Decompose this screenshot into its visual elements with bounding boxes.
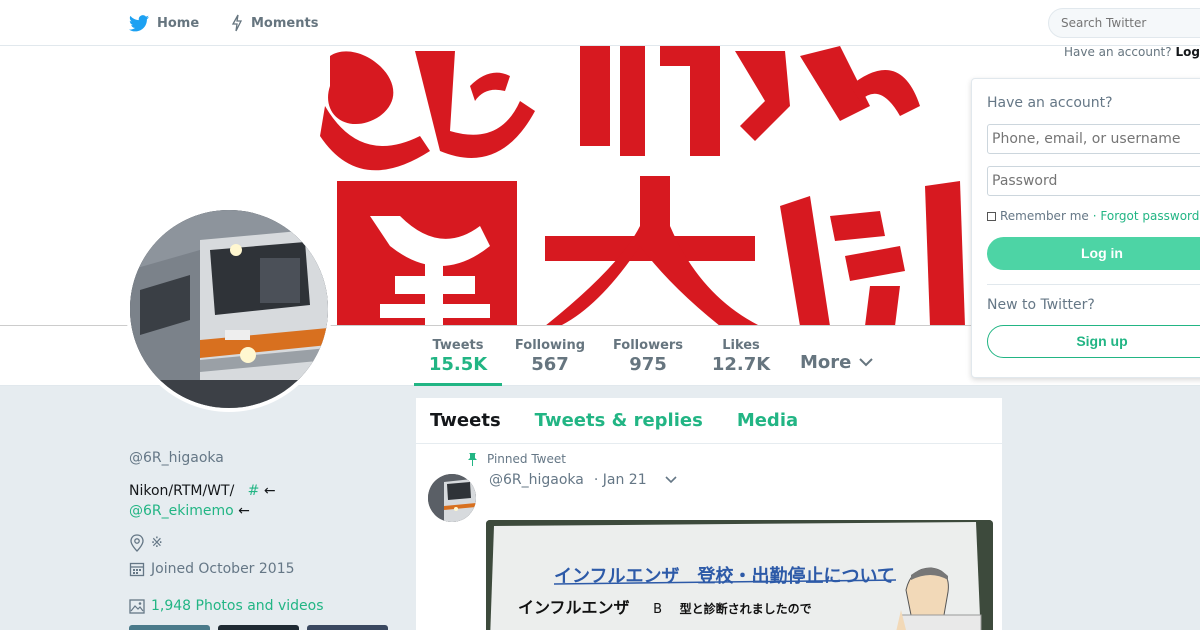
forgot-password-link[interactable]: · Forgot password? [1093,209,1200,223]
photos-videos-link[interactable]: 1,948 Photos and videos [129,598,324,614]
stat-tweets-label: Tweets [432,338,484,353]
more-dropdown[interactable]: More [800,352,874,373]
image-line-2c: 型と診断されましたので [679,602,812,616]
image-line-2a: インフルエンザ [518,598,630,617]
login-button[interactable]: Log in [987,237,1200,270]
stat-likes-label: Likes [722,338,760,353]
image-icon [129,598,145,614]
new-to-twitter-text: New to Twitter? [987,297,1095,313]
profile-location: ※ [129,534,163,552]
location-text: ※ [151,535,163,551]
profile-joined: Joined October 2015 [129,561,295,577]
stat-following-label: Following [514,338,586,353]
image-title-text: インフルエンザ 登校・出勤停止について [554,566,895,587]
image-line-2: インフルエンザ B 型と診断されましたので [518,594,812,618]
tab-tweets-replies[interactable]: Tweets & replies [535,410,703,431]
profile-handle[interactable]: @6R_higaoka [129,450,224,466]
more-label: More [800,352,852,373]
remember-row: Remember me · Forgot password? [987,209,1200,223]
bird-icon [129,14,149,31]
stat-likes-value: 12.7K [711,354,771,375]
login-link[interactable]: Log [1175,45,1199,59]
bio-text: Nikon/RTM/WT/ [129,483,235,499]
stat-following[interactable]: Following 567 [512,326,588,386]
bio-hashtag[interactable]: # [248,483,260,499]
timeline: Tweets Tweets & replies Media Pinned Twe… [415,397,1003,630]
photo-thumbnail[interactable] [307,625,388,630]
tweet-header: @6R_higaoka · Jan 21 [489,472,677,488]
chevron-down-icon[interactable] [665,476,677,484]
chevron-down-icon [859,358,874,367]
tweet-image[interactable]: インフルエンザ 登校・出勤停止について インフルエンザ B 型と診断されましたの… [486,520,993,630]
train-photo-small [428,474,476,522]
bio-arrow: ← [263,483,276,499]
remember-checkbox[interactable] [987,211,996,221]
top-nav: Home Moments [0,0,1200,46]
tab-media[interactable]: Media [737,410,798,431]
photo-thumbnail[interactable] [218,625,299,630]
bio-arrow-2: ← [238,503,250,519]
calendar-icon [129,562,145,577]
stat-tweets-value: 15.5K [428,354,488,375]
pinned-label: Pinned Tweet [487,452,566,466]
pin-icon [468,452,477,466]
bio-mention-link[interactable]: @6R_ekimemo [129,503,234,519]
stat-likes[interactable]: Likes 12.7K [704,326,778,386]
photo-thumbnails [129,625,388,630]
tab-tweets[interactable]: Tweets [430,410,501,431]
joined-text: Joined October 2015 [151,561,295,577]
remember-label[interactable]: Remember me [1000,209,1089,223]
photos-videos-text: 1,948 Photos and videos [151,598,324,614]
image-line-2b: B [653,602,663,617]
location-pin-icon [130,534,144,552]
password-field[interactable] [987,166,1200,196]
stat-following-value: 567 [531,354,569,375]
photo-thumbnail[interactable] [129,625,210,630]
login-title: Have an account? [987,95,1113,111]
login-divider [987,284,1200,285]
tweet-date[interactable]: · Jan 21 [594,472,647,488]
search-input[interactable] [1048,8,1200,38]
login-dropdown: Have an account? Remember me · Forgot pa… [971,78,1200,378]
stat-followers-label: Followers [612,338,684,353]
username-field[interactable] [987,124,1200,154]
nav-home[interactable]: Home [129,0,199,46]
timeline-tabs: Tweets Tweets & replies Media [416,398,1002,444]
signup-button[interactable]: Sign up [987,325,1200,358]
nav-moments[interactable]: Moments [231,0,318,46]
tweet-avatar[interactable] [428,474,476,522]
have-account-link[interactable]: Have an account? Log [1064,45,1200,59]
profile-avatar[interactable] [126,206,332,412]
tweet-handle[interactable]: @6R_higaoka [489,472,584,488]
stat-tweets[interactable]: Tweets 15.5K [414,326,502,386]
stat-followers[interactable]: Followers 975 [610,326,686,386]
nav-moments-label: Moments [251,15,319,31]
stat-followers-value: 975 [629,354,667,375]
pinned-indicator: Pinned Tweet [468,452,566,466]
nav-home-label: Home [157,15,200,31]
profile-bio: Nikon/RTM/WT/ # ← @6R_ekimemo ← [129,481,276,521]
train-photo [130,210,328,408]
lightning-icon [231,14,243,32]
have-account-text: Have an account? [1064,45,1172,59]
